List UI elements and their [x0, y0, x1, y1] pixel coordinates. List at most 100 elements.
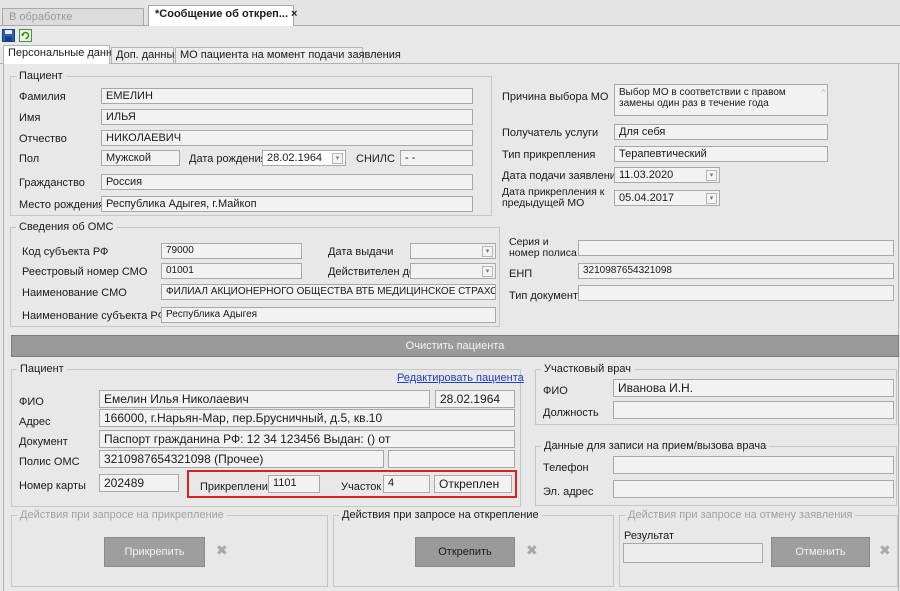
smo-name-label: Наименование СМО — [22, 287, 127, 299]
position-label: Должность — [543, 407, 599, 419]
detach-button[interactable]: Открепить — [415, 537, 515, 567]
doc-type-label: Тип документа — [509, 290, 585, 302]
patient-group-title: Пациент — [16, 70, 66, 82]
document-field[interactable]: Паспорт гражданина РФ: 12 34 123456 Выда… — [99, 430, 515, 448]
cancel-actions-title: Действия при запросе на отмену заявления — [625, 509, 856, 521]
calendar-icon[interactable]: ▾ — [332, 153, 343, 164]
enp-label: ЕНП — [509, 268, 533, 280]
citizenship-field[interactable]: Россия — [101, 174, 473, 190]
cancel-button[interactable]: Отменить — [771, 537, 870, 567]
phone-label: Телефон — [543, 462, 589, 474]
refresh-icon[interactable] — [19, 29, 32, 42]
submit-date-field[interactable]: 11.03.2020 ▾ — [614, 167, 720, 183]
recipient-field[interactable]: Для себя — [614, 124, 828, 140]
sex-field[interactable]: Мужской — [101, 150, 180, 166]
birth-date-field[interactable]: 28.02.1964 ▾ — [262, 150, 346, 166]
citizenship-label: Гражданство — [19, 177, 85, 189]
attach-type-field[interactable]: Терапевтический — [614, 146, 828, 162]
policy-extra-field[interactable] — [388, 450, 515, 468]
birth-label: Дата рождения — [189, 153, 267, 165]
doctor-group-title: Участковый врач — [541, 363, 634, 375]
surname-label: Фамилия — [19, 91, 66, 103]
prev-attach-field[interactable]: 05.04.2017 ▾ — [614, 190, 720, 206]
attach-button[interactable]: Прикрепить — [104, 537, 205, 567]
clear-icon[interactable]: ✖ — [216, 542, 228, 559]
policy-field[interactable]: 3210987654321098 (Прочее) — [99, 450, 384, 468]
address-field[interactable]: 166000, г.Нарьян-Мар, пер.Брусничный, д.… — [99, 409, 515, 427]
status-field[interactable]: Откреплен — [434, 475, 512, 493]
email-label: Эл. адрес — [543, 486, 594, 498]
valid-to-field[interactable]: ▾ — [410, 263, 496, 279]
policy-label: Полис ОМС — [19, 456, 80, 468]
subject-code-label: Код субъекта РФ — [22, 246, 109, 258]
attach-actions-title: Действия при запросе на прикрепление — [17, 509, 227, 521]
smo-reg-label: Реестровый номер СМО — [22, 266, 148, 278]
calendar-icon[interactable]: ▾ — [706, 170, 717, 181]
patronymic-label: Отчество — [19, 133, 67, 145]
subtab-personal-data[interactable]: Персональные данные — [3, 45, 126, 64]
contact-group-title: Данные для записи на прием/вызова врача — [541, 440, 770, 452]
submit-date-label: Дата подачи заявления — [502, 170, 622, 182]
birthplace-label: Место рождения — [19, 199, 105, 211]
subject-code-field[interactable]: 79000 — [161, 243, 302, 259]
subtab-additional-data[interactable]: Доп. данные — [111, 47, 180, 63]
enp-field[interactable]: 3210987654321098 — [578, 263, 894, 279]
birthplace-field[interactable]: Республика Адыгея, г.Майкоп — [101, 196, 473, 212]
reason-label: Причина выбора МО — [502, 91, 609, 103]
card-label: Номер карты — [19, 480, 86, 492]
edit-patient-link[interactable]: Редактировать пациента — [397, 372, 524, 384]
series-label: Серия и номер полиса — [509, 236, 577, 259]
address-label: Адрес — [19, 416, 51, 428]
clear-patient-button[interactable]: Очистить пациента — [11, 335, 899, 357]
attach-type-label: Тип прикрепления — [502, 149, 596, 161]
fio-label: ФИО — [19, 396, 44, 408]
reason-value: Выбор МО в соответствии с правом замены … — [619, 87, 786, 109]
calendar-icon[interactable]: ▾ — [482, 246, 493, 257]
birth-date-value: 28.02.1964 — [267, 152, 323, 164]
tab-in-progress[interactable]: В обработке — [2, 8, 144, 25]
reason-field[interactable]: Выбор МО в соответствии с правом замены … — [614, 84, 828, 116]
doc-type-field[interactable] — [578, 285, 894, 301]
patronymic-field[interactable]: НИКОЛАЕВИЧ — [101, 130, 473, 146]
name-field[interactable]: ИЛЬЯ — [101, 109, 473, 125]
fio-date-field[interactable]: 28.02.1964 — [435, 390, 515, 408]
name-label: Имя — [19, 112, 41, 124]
valid-to-label: Действителен до — [328, 266, 416, 278]
result-label: Результат — [624, 530, 675, 542]
submit-date-value: 11.03.2020 — [619, 169, 674, 181]
surname-field[interactable]: ЕМЕЛИН — [101, 88, 473, 104]
clear-icon[interactable]: ✖ — [879, 542, 891, 559]
subtab-mo-at-application[interactable]: МО пациента на момент подачи заявления — [175, 47, 401, 63]
attachment-label: Прикрепление — [200, 481, 275, 493]
fio-field[interactable]: Емелин Илья Николаевич — [99, 390, 430, 408]
phone-field[interactable] — [613, 456, 894, 474]
oms-group-title: Сведения об ОМС — [16, 221, 117, 233]
attachment-field[interactable]: 1101 — [268, 475, 320, 493]
smo-reg-field[interactable]: 01001 — [161, 263, 302, 279]
patient2-group-title: Пациент — [17, 363, 67, 375]
doctor-fio-field[interactable]: Иванова И.Н. — [613, 379, 894, 397]
save-icon[interactable] — [2, 29, 15, 42]
tab-detachment-message[interactable]: *Сообщение об откреп... × — [148, 5, 297, 26]
position-field[interactable] — [613, 401, 894, 419]
clear-icon[interactable]: ✖ — [526, 542, 538, 559]
subject-name-field[interactable]: Республика Адыгея — [161, 307, 496, 323]
calendar-icon[interactable]: ▾ — [706, 193, 717, 204]
sex-label: Пол — [19, 153, 40, 165]
recipient-label: Получатель услуги — [502, 127, 599, 139]
smo-name-field[interactable]: ФИЛИАЛ АКЦИОНЕРНОГО ОБЩЕСТВА ВТБ МЕДИЦИН… — [161, 284, 496, 300]
result-field[interactable] — [623, 543, 763, 563]
detach-actions-title: Действия при запросе на открепление — [339, 509, 542, 521]
card-field[interactable]: 202489 — [99, 474, 179, 492]
issue-date-field[interactable]: ▾ — [410, 243, 496, 259]
doctor-fio-label: ФИО — [543, 385, 568, 397]
issue-date-label: Дата выдачи — [328, 246, 394, 258]
email-field[interactable] — [613, 480, 894, 498]
series-field[interactable] — [578, 240, 894, 256]
scroll-up-icon[interactable]: ^ — [821, 87, 825, 98]
calendar-icon[interactable]: ▾ — [482, 266, 493, 277]
district-field[interactable]: 4 — [383, 475, 430, 493]
subject-name-label: Наименование субъекта РФ — [22, 310, 166, 322]
snils-field[interactable]: - - — [400, 150, 473, 166]
prev-attach-value: 05.04.2017 — [619, 192, 675, 204]
